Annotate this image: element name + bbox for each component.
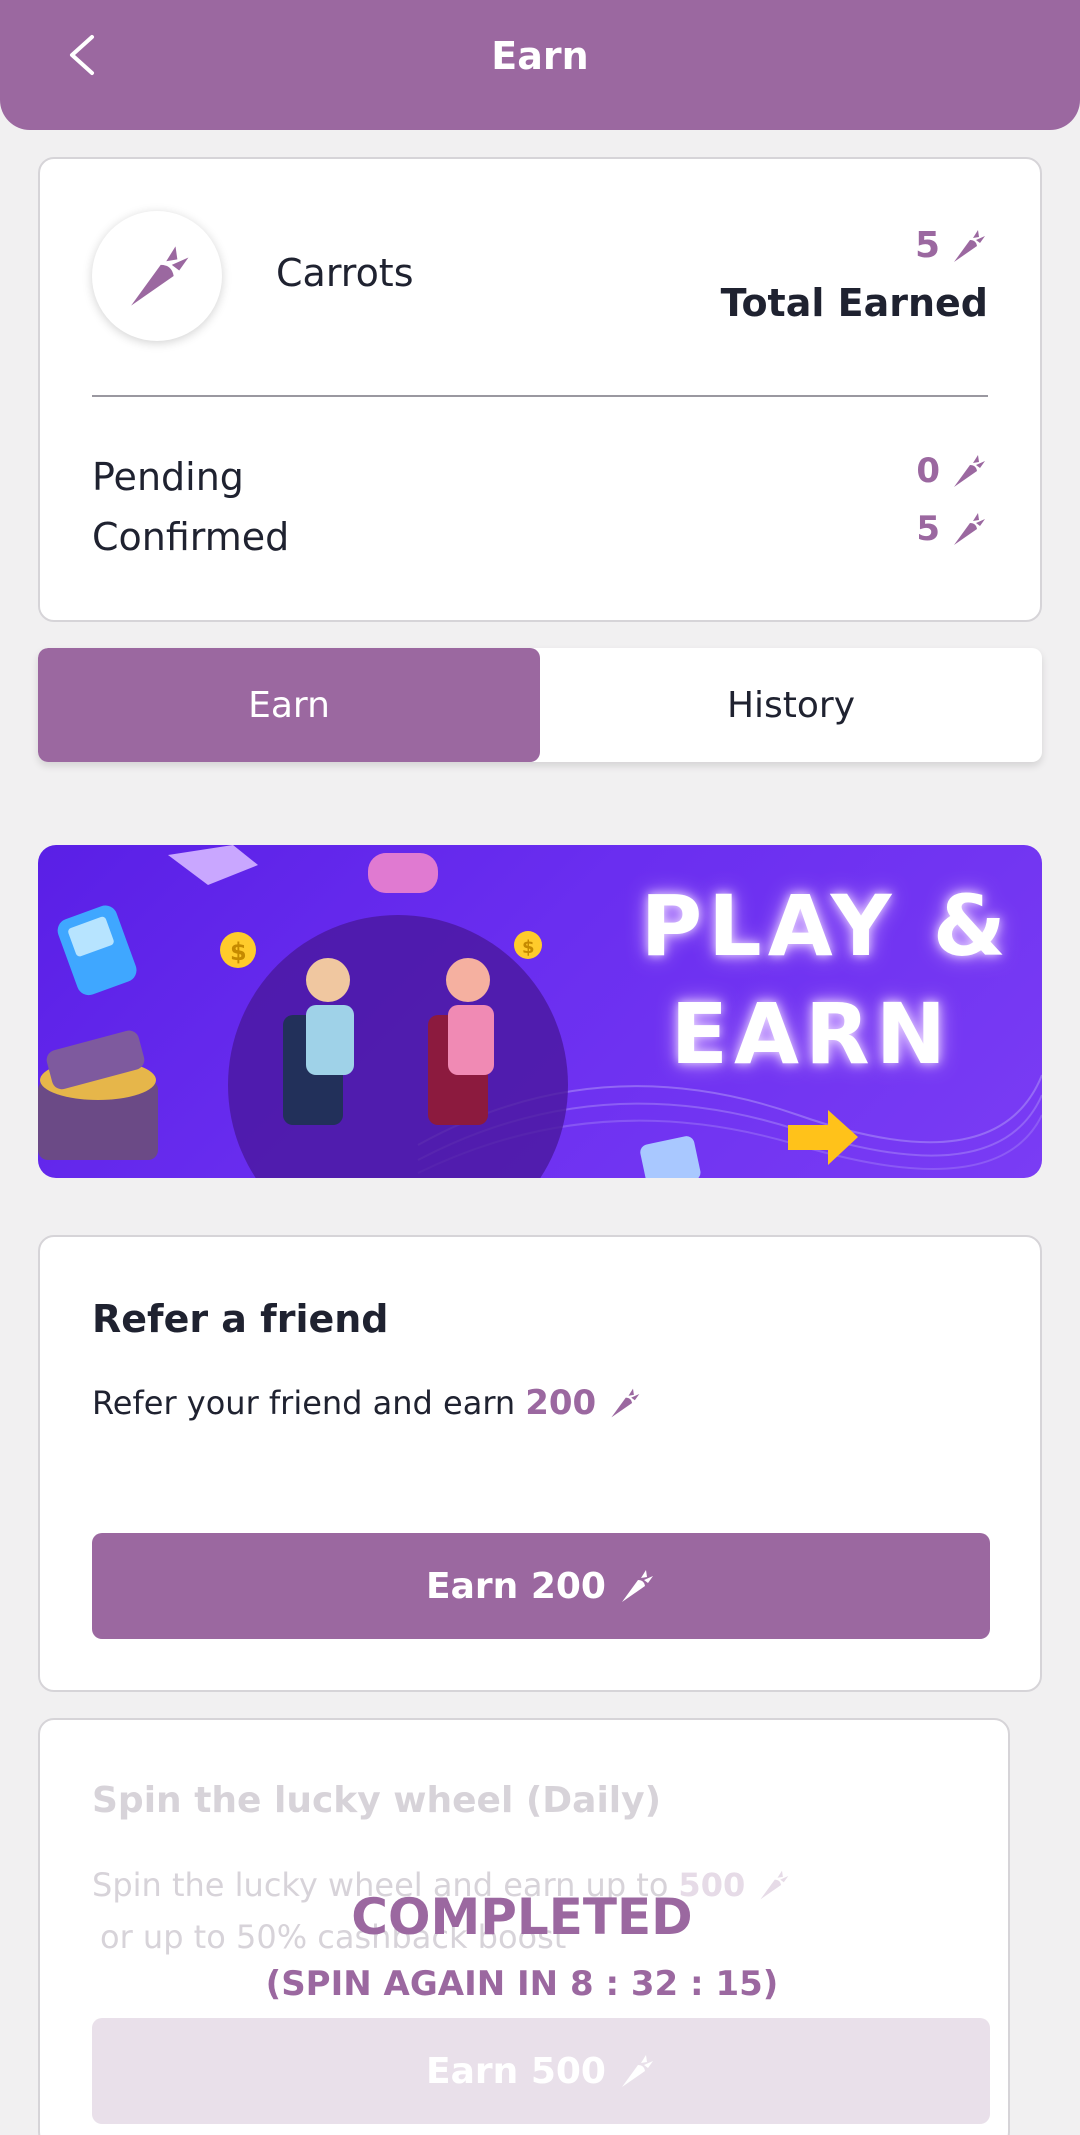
spin-title: Spin the lucky wheel (Daily) [92, 1780, 662, 1821]
total-earned-label: Total Earned [720, 281, 988, 325]
tab-history[interactable]: History [540, 648, 1042, 762]
banner-title-line1: PLAY & [640, 877, 1012, 975]
pending-amount: 0 [916, 451, 940, 491]
earn-500-button-label: Earn 500 [426, 2050, 606, 2092]
earn-history-tabs: Earn History [38, 648, 1042, 762]
total-earned-value: 5 [915, 225, 988, 266]
refer-title: Refer a friend [92, 1297, 389, 1341]
earn-500-button[interactable]: Earn 500 [92, 2018, 990, 2124]
page-title: Earn [491, 34, 589, 78]
pending-value: 0 [916, 451, 988, 491]
carrots-summary-card: Carrots 5 Total Earned Pending 0 Confirm… [38, 157, 1042, 622]
currency-label: Carrots [276, 251, 414, 295]
tab-earn[interactable]: Earn [38, 648, 540, 762]
total-earned-amount: 5 [914, 225, 940, 266]
banner-title-line2: EARN [670, 985, 952, 1083]
carrot-icon [131, 246, 189, 306]
carrot-avatar [92, 211, 222, 341]
svg-text:$: $ [522, 937, 535, 958]
app-header: Earn [0, 0, 1080, 130]
confirmed-value: 5 [916, 509, 988, 549]
carrot-icon [621, 1570, 653, 1602]
spin-countdown: (SPIN AGAIN IN 8 : 32 : 15) [265, 1964, 779, 2004]
pending-label: Pending [92, 455, 244, 499]
refer-amount: 200 [525, 1383, 597, 1423]
carrot-icon [954, 229, 985, 262]
confirmed-label: Confirmed [92, 515, 290, 559]
refer-description: Refer your friend and earn 200 [92, 1383, 642, 1423]
svg-text:$: $ [230, 938, 247, 966]
carrot-icon [954, 513, 985, 545]
refer-desc-text: Refer your friend and earn [92, 1384, 516, 1422]
divider [92, 395, 988, 397]
spin-status: COMPLETED [351, 1888, 693, 1946]
carrot-icon [611, 1388, 640, 1418]
carrot-icon [621, 2055, 653, 2087]
play-earn-banner[interactable]: $ $ PLAY & EARN [38, 845, 1042, 1178]
earn-200-button[interactable]: Earn 200 [92, 1533, 990, 1639]
confirmed-amount: 5 [916, 509, 940, 549]
earn-200-button-label: Earn 200 [426, 1565, 606, 1607]
refer-friend-card: Refer a friend Refer your friend and ear… [38, 1235, 1042, 1692]
carrot-icon [954, 455, 985, 487]
